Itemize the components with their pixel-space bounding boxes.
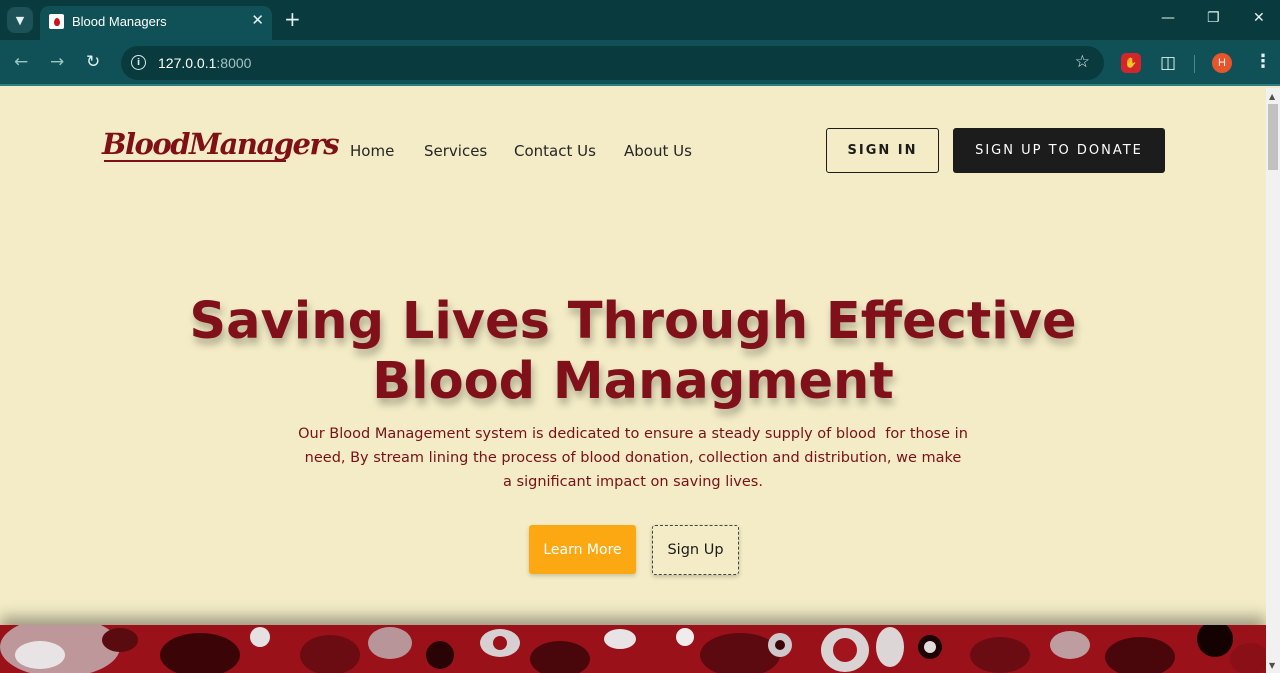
extensions-puzzle-icon[interactable]: ◫	[1158, 53, 1178, 73]
hero-title-line-1: Saving Lives Through Effective	[189, 292, 1077, 351]
hero-description-line-3: a significant impact on saving lives.	[503, 474, 763, 490]
nav-services[interactable]: Services	[424, 142, 487, 160]
restore-icon[interactable]: ❐	[1207, 10, 1220, 26]
toolbar-divider	[1194, 55, 1195, 73]
hero-title-line-2: Blood Managment	[372, 352, 894, 411]
nav-home[interactable]: Home	[350, 142, 394, 160]
browser-tab[interactable]: Blood Managers ✕	[40, 6, 272, 40]
minimize-icon[interactable]: —	[1161, 10, 1175, 26]
hero-description-line-2: need, By stream lining the process of bl…	[304, 450, 962, 466]
logo-underline	[104, 160, 286, 162]
nav-contact-us[interactable]: Contact Us	[514, 142, 596, 160]
site-logo[interactable]: BloodManagers	[102, 127, 340, 161]
window-close-icon[interactable]: ✕	[1253, 10, 1265, 26]
hero-description-line-1: Our Blood Management system is dedicated…	[298, 426, 968, 442]
sign-in-button[interactable]: SIGN IN	[826, 128, 939, 173]
hero-description: Our Blood Management system is dedicated…	[298, 422, 968, 494]
new-tab-plus-icon[interactable]: +	[284, 9, 301, 29]
page-viewport: BloodManagers Home Services Contact Us A…	[0, 88, 1266, 673]
sign-up-button[interactable]: Sign Up	[652, 525, 739, 575]
blood-drop-favicon-icon	[49, 14, 64, 29]
reload-icon[interactable]: ↻	[86, 52, 100, 72]
scroll-up-arrow-icon[interactable]: ▲	[1269, 92, 1275, 101]
adblock-extension-icon[interactable]: ✋	[1121, 53, 1141, 73]
tab-search-chevron-icon[interactable]: ▼	[7, 7, 33, 33]
url-port: :8000	[216, 55, 252, 71]
address-bar[interactable]: i 127.0.0.1:8000 ☆	[121, 46, 1104, 80]
forward-arrow-icon[interactable]: →	[50, 52, 64, 72]
url-host: 127.0.0.1	[158, 55, 217, 71]
bookmark-star-icon[interactable]: ☆	[1075, 52, 1090, 72]
scrollbar-thumb[interactable]	[1268, 104, 1278, 170]
hero-title: Saving Lives Through Effective Blood Man…	[133, 292, 1133, 412]
profile-avatar[interactable]: H	[1212, 53, 1232, 73]
browser-tab-strip: ▼ Blood Managers ✕ + — ❐ ✕	[0, 0, 1280, 40]
blood-cells-banner-image	[0, 625, 1266, 673]
tab-close-icon[interactable]: ✕	[251, 11, 264, 29]
browser-toolbar: ← → ↻ i 127.0.0.1:8000 ☆ ✋ ◫ H ⋮	[0, 40, 1280, 86]
tab-title: Blood Managers	[72, 14, 167, 29]
url-text[interactable]: 127.0.0.1:8000	[158, 55, 251, 71]
back-arrow-icon[interactable]: ←	[14, 52, 28, 72]
nav-about-us[interactable]: About Us	[624, 142, 692, 160]
scroll-down-arrow-icon[interactable]: ▼	[1269, 661, 1275, 670]
page-scrollbar[interactable]: ▲ ▼	[1266, 88, 1280, 673]
site-info-icon[interactable]: i	[131, 55, 146, 70]
browser-menu-icon[interactable]: ⋮	[1254, 51, 1272, 72]
blood-cells-artwork	[0, 625, 1266, 673]
sign-up-to-donate-button[interactable]: SIGN UP TO DONATE	[953, 128, 1165, 173]
learn-more-button[interactable]: Learn More	[529, 525, 636, 574]
